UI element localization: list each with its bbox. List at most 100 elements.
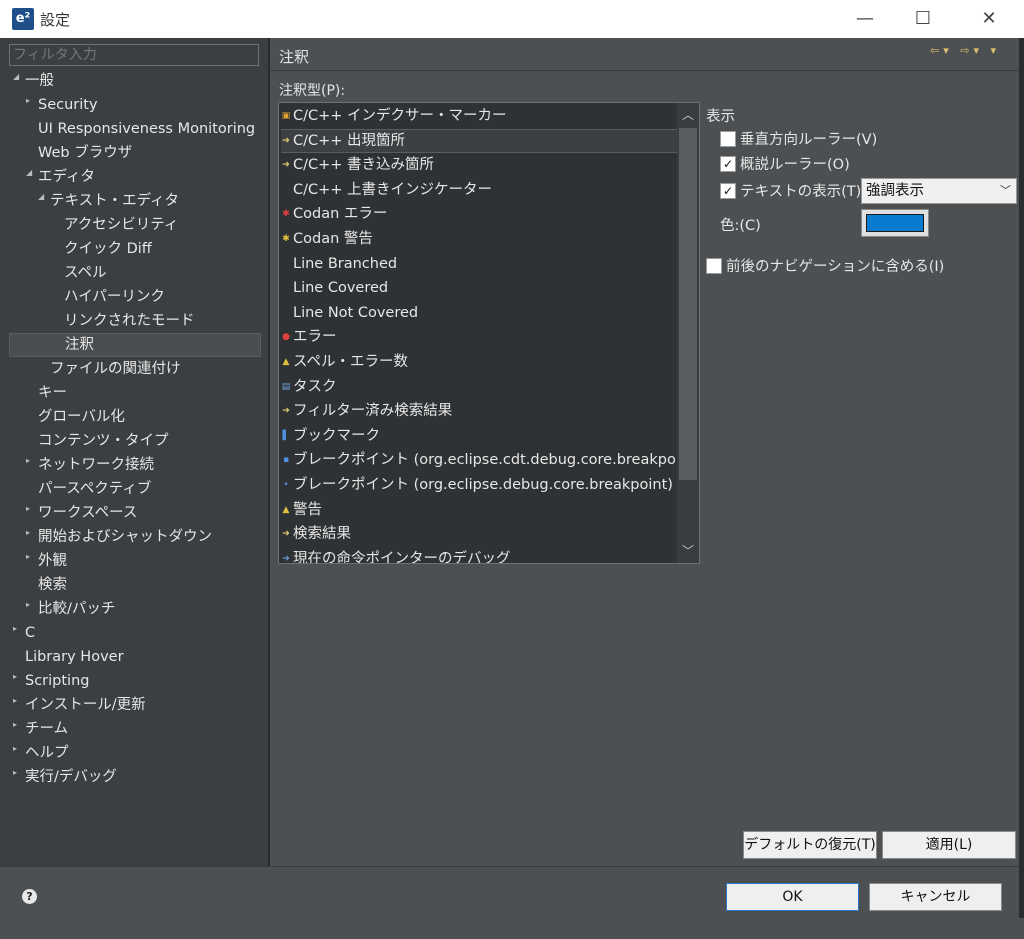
collapsed-triangle-icon[interactable]: ▸ [13,761,17,785]
collapsed-triangle-icon[interactable]: ▸ [13,617,17,641]
ok-button[interactable]: OK [726,883,859,911]
annotation-list-item[interactable]: ➔ フィルター済み検索結果 [281,399,452,423]
tree-item[interactable]: ◢ エディタ [9,165,261,189]
overview-ruler-checkbox[interactable]: ✓ [720,156,736,172]
collapsed-triangle-icon[interactable]: ▸ [13,713,17,737]
tree-item[interactable]: ▸ インストール/更新 [9,693,261,717]
tree-item-label: ワークスペース [38,505,138,521]
tree-item-label: パースペクティブ [38,481,152,497]
tree-item-label: アクセシビリティ [64,217,179,233]
navigation-checkbox[interactable] [706,258,722,274]
tree-item[interactable]: キー [9,381,261,405]
tree-item[interactable]: アクセシビリティ [9,213,261,237]
tree-item[interactable]: ▸ Security [9,93,261,117]
minimize-button[interactable]: — [842,0,888,38]
annotation-list-item[interactable]: ✱ Codan 警告 [281,227,373,251]
text-display-style-value: 強調表示 [866,183,924,199]
expanded-triangle-icon[interactable]: ◢ [38,185,44,209]
annotation-list-item[interactable]: ➔ 現在の命令ポインターのデバッグ [281,547,510,563]
text-display-option[interactable]: ✓ テキストの表示(T) [720,182,861,202]
collapsed-triangle-icon[interactable]: ▸ [26,449,30,473]
tree-item[interactable]: グローバル化 [9,405,261,429]
collapsed-triangle-icon[interactable]: ▸ [13,665,17,689]
tree-item[interactable]: クイック Diff [9,237,261,261]
annotation-list-item[interactable]: Line Covered [281,276,388,300]
text-display-style-select[interactable]: 強調表示 ﹀ [861,178,1017,204]
annotation-list-item[interactable]: ▤ タスク [281,375,337,399]
annotation-list-item[interactable]: ▪ ブレークポイント (org.eclipse.cdt.debug.core.br… [281,448,699,472]
text-display-checkbox[interactable]: ✓ [720,183,736,199]
tree-item-label: C [25,625,36,641]
close-button[interactable]: ✕ [966,0,1012,38]
restore-defaults-button[interactable]: デフォルトの復元(T) [743,831,877,859]
tree-item[interactable]: ▸ Scripting [9,669,261,693]
breakpoint-icon: • [283,480,289,490]
annotation-list-item[interactable]: ➔ 検索結果 [281,522,351,546]
collapsed-triangle-icon[interactable]: ▸ [26,593,30,617]
tree-item[interactable]: ▸ C [9,621,261,645]
collapsed-triangle-icon[interactable]: ▸ [13,737,17,761]
apply-button[interactable]: 適用(L) [882,831,1016,859]
collapsed-triangle-icon[interactable]: ▸ [26,497,30,521]
chevron-down-icon[interactable]: ﹀ [677,539,699,563]
tree-item[interactable]: ▸ ワークスペース [9,501,261,525]
tree-item[interactable]: ファイルの関連付け [9,357,261,381]
collapsed-triangle-icon[interactable]: ▸ [26,89,30,113]
tree-item[interactable]: ▸ 開始およびシャットダウン [9,525,261,549]
history-navigation-arrows[interactable]: ⇦▾ ⇨▾ ▾ [930,44,1000,57]
tree-item[interactable]: ハイパーリンク [9,285,261,309]
panel-divider[interactable] [268,38,270,866]
tree-item[interactable]: 注釈 [9,333,261,357]
expanded-triangle-icon[interactable]: ◢ [13,65,19,89]
vertical-ruler-checkbox[interactable] [720,131,736,147]
annotation-list-item-label: C/C++ 書き込み箇所 [293,157,435,174]
annotation-types-list[interactable]: ▣ C/C++ インデクサー・マーカー ➔ C/C++ 出現箇所 ➔ C/C++ 書き込み… [278,102,700,564]
annotation-list-item[interactable]: ▣ C/C++ インデクサー・マーカー [281,104,507,128]
vertical-ruler-option[interactable]: 垂直方向ルーラー(V) [720,130,877,150]
tree-item[interactable]: パースペクティブ [9,477,261,501]
annotation-list-item[interactable]: Line Not Covered [281,301,418,325]
tree-item[interactable]: Web ブラウザ [9,141,261,165]
help-icon[interactable]: ? [22,889,37,904]
navigation-option[interactable]: 前後のナビゲーションに含める(I) [706,257,944,277]
annotation-list-item[interactable]: ▌ ブックマーク [281,424,380,448]
annotation-list-item[interactable]: ➔ C/C++ 書き込み箇所 [281,153,434,177]
annotation-list-item[interactable]: ▲ スペル・エラー数 [281,350,408,374]
tree-item[interactable]: ▸ チーム [9,717,261,741]
collapsed-triangle-icon[interactable]: ▸ [26,521,30,545]
cancel-button[interactable]: キャンセル [869,883,1002,911]
tree-item[interactable]: スペル [9,261,261,285]
annotation-list-item[interactable]: ● エラー [281,325,336,349]
overview-ruler-option[interactable]: ✓ 概説ルーラー(O) [720,155,850,175]
tree-item[interactable]: UI Responsiveness Monitoring [9,117,261,141]
collapsed-triangle-icon[interactable]: ▸ [13,689,17,713]
tree-item[interactable]: Library Hover [9,645,261,669]
expanded-triangle-icon[interactable]: ◢ [26,161,32,185]
tree-item[interactable]: ▸ 外観 [9,549,261,573]
tree-item[interactable]: ▸ 実行/デバッグ [9,765,261,789]
annotation-list-item[interactable]: C/C++ 上書きインジケーター [281,178,492,202]
maximize-button[interactable]: ☐ [900,0,946,38]
tree-item[interactable]: リンクされたモード [9,309,261,333]
color-picker-button[interactable] [861,209,929,237]
chevron-up-icon[interactable]: ︿ [677,103,699,127]
tree-item[interactable]: コンテンツ・タイプ [9,429,261,453]
tree-item[interactable]: ◢ テキスト・エディタ [9,189,261,213]
tree-item[interactable]: 検索 [9,573,261,597]
tree-item[interactable]: ◢ 一般 [9,69,261,93]
annotation-list-item[interactable]: Line Branched [281,252,397,276]
collapsed-triangle-icon[interactable]: ▸ [26,545,30,569]
tree-item[interactable]: ▸ ヘルプ [9,741,261,765]
tree-item-label: ネットワーク接続 [38,457,154,473]
annotation-list-item[interactable]: ✱ Codan エラー [281,202,387,226]
annotation-list-item[interactable]: ▲ 警告 [281,498,322,522]
tree-item-label: Scripting [25,673,90,689]
annotation-list-item[interactable]: • ブレークポイント (org.eclipse.debug.core.breakp… [281,473,673,497]
scrollbar-thumb[interactable] [679,128,697,480]
tree-item[interactable]: ▸ ネットワーク接続 [9,453,261,477]
annotation-list-item[interactable]: ➔ C/C++ 出現箇所 [281,128,677,153]
tree-item-label: 外観 [38,553,67,569]
tree-item[interactable]: ▸ 比較/パッチ [9,597,261,621]
tree-item-label: 実行/デバッグ [25,769,117,785]
filter-input[interactable] [9,44,259,66]
